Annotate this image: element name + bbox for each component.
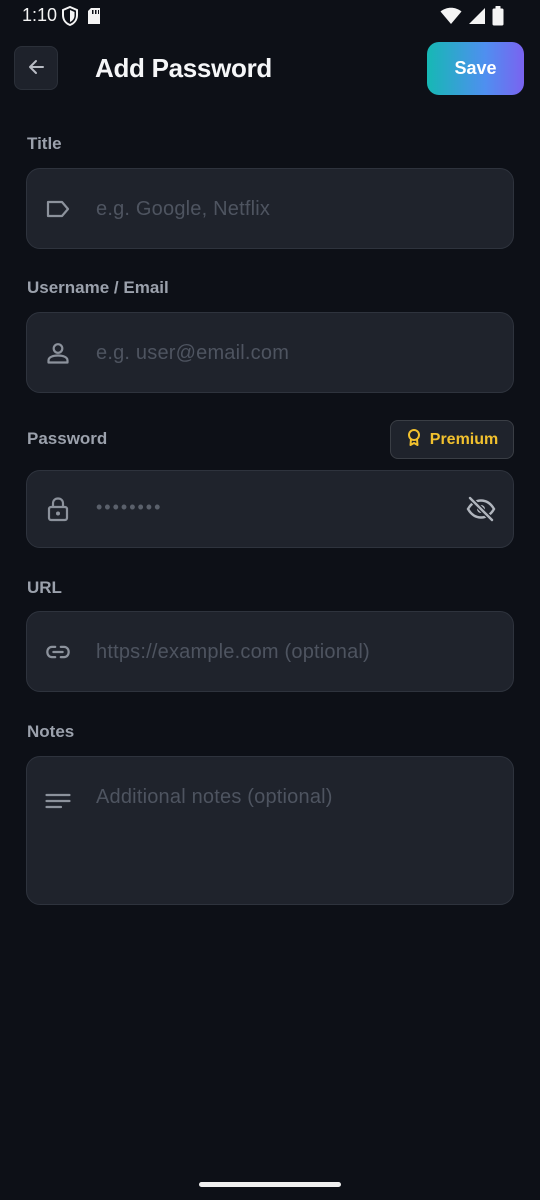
password-field[interactable]: •••••••• <box>26 470 514 548</box>
premium-label: Premium <box>429 430 499 448</box>
page-title: Add Password <box>95 53 272 83</box>
url-field[interactable]: https://example.com (optional) <box>26 611 514 692</box>
premium-badge[interactable]: Premium <box>390 420 514 459</box>
eye-off-icon[interactable] <box>465 495 497 523</box>
signal-icon <box>468 7 486 30</box>
username-placeholder: e.g. user@email.com <box>96 342 290 364</box>
sd-card-icon <box>86 6 102 31</box>
username-label: Username / Email <box>27 278 169 297</box>
link-icon <box>45 639 71 665</box>
arrow-left-icon <box>26 57 46 80</box>
wifi-icon <box>440 7 462 30</box>
notes-icon <box>45 789 71 815</box>
battery-icon <box>492 6 504 31</box>
status-right-icons <box>440 6 504 31</box>
status-left-icons <box>62 5 102 31</box>
lock-icon <box>45 496 71 522</box>
title-field[interactable]: e.g. Google, Netflix <box>26 168 514 249</box>
back-button[interactable] <box>14 46 58 90</box>
status-time: 1:10 <box>22 5 58 25</box>
password-placeholder: •••••••• <box>96 497 163 517</box>
shield-icon <box>62 5 78 31</box>
notes-label: Notes <box>27 722 75 741</box>
tag-icon <box>45 196 71 222</box>
url-placeholder: https://example.com (optional) <box>96 641 370 663</box>
person-icon <box>45 340 71 366</box>
add-password-screen: 1:10 Add Password Save Title e.g. Google… <box>0 0 540 1200</box>
home-indicator[interactable] <box>199 1182 341 1187</box>
save-button[interactable]: Save <box>427 42 524 95</box>
title-label: Title <box>27 134 62 153</box>
notes-placeholder: Additional notes (optional) <box>96 786 333 808</box>
notes-field[interactable]: Additional notes (optional) <box>26 756 514 905</box>
password-label: Password <box>27 429 108 448</box>
title-placeholder: e.g. Google, Netflix <box>96 198 271 220</box>
username-field[interactable]: e.g. user@email.com <box>26 312 514 393</box>
url-label: URL <box>27 578 62 597</box>
status-bar: 1:10 <box>0 0 540 34</box>
award-icon <box>406 428 422 451</box>
